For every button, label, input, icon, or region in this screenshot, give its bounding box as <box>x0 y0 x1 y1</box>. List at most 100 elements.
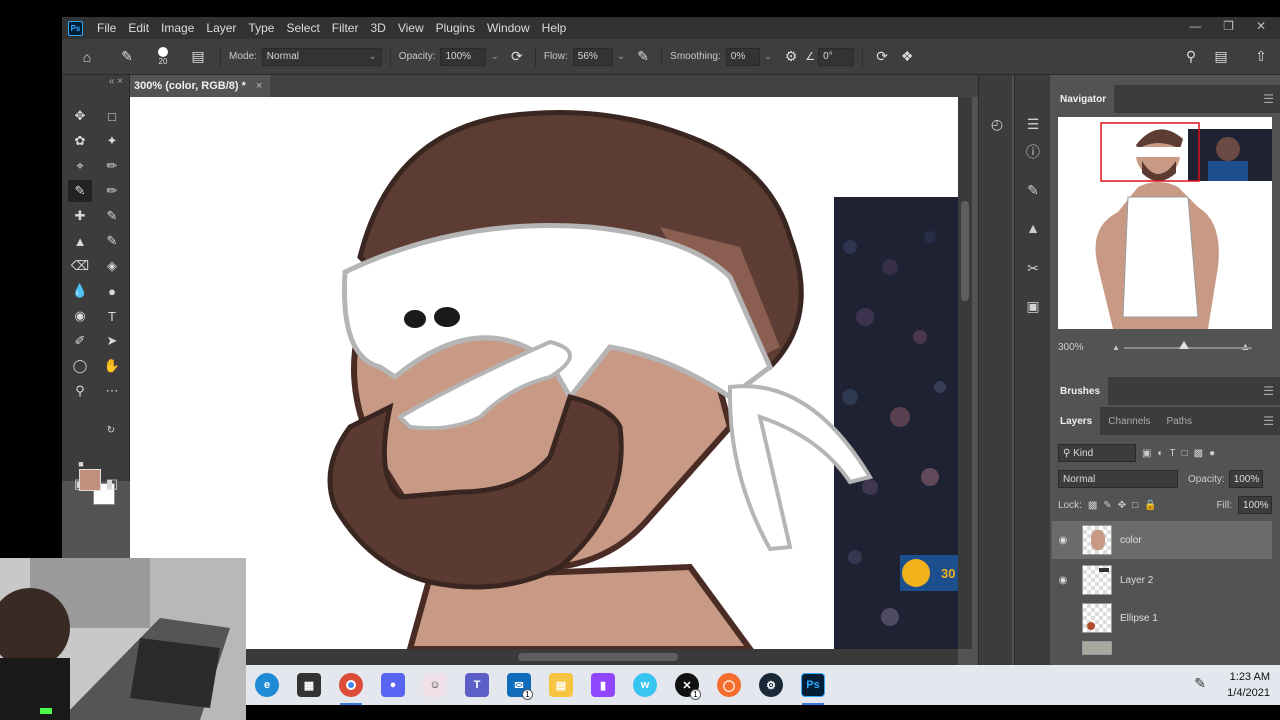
libraries-panel-icon[interactable]: ▣ <box>1022 295 1044 317</box>
canvas-horizontal-scrollbar[interactable] <box>130 649 958 665</box>
taskbar-mail[interactable]: ✉ 1 <box>498 665 540 705</box>
hand-tool-icon[interactable]: ✋ <box>100 355 124 377</box>
fill-input[interactable]: 100% <box>1238 496 1272 514</box>
pen-tray-icon[interactable]: ✎ <box>1194 675 1206 692</box>
clone-source-panel-icon[interactable]: ▲ <box>1022 217 1044 239</box>
tab-brushes[interactable]: Brushes <box>1052 377 1109 405</box>
brush-tool-preset-icon[interactable]: ✎ <box>112 48 142 65</box>
clone-stamp-tool-icon[interactable]: ▲ <box>68 230 92 252</box>
angle-input[interactable]: 0° <box>818 47 855 66</box>
menu-filter[interactable]: Filter <box>326 21 365 35</box>
menu-select[interactable]: Select <box>280 21 325 35</box>
taskbar-store[interactable]: ▦ <box>288 665 330 705</box>
brush-size-picker[interactable]: 20 <box>142 47 184 66</box>
workspace-icon[interactable]: ▤ <box>1210 48 1232 65</box>
scroll-thumb[interactable] <box>961 201 969 301</box>
menu-plugins[interactable]: Plugins <box>430 21 481 35</box>
tab-channels[interactable]: Channels <box>1100 407 1158 435</box>
path-selection-tool-icon[interactable]: ➤ <box>100 330 124 352</box>
pencil-tool-icon[interactable]: ✏ <box>100 180 124 202</box>
taskbar-discord[interactable]: ● <box>372 665 414 705</box>
crop-tool-icon[interactable]: ⌖ <box>68 155 92 177</box>
symmetry-icon[interactable]: ❖ <box>893 48 921 65</box>
tab-navigator[interactable]: Navigator <box>1052 85 1115 113</box>
sponge-tool-icon[interactable]: ◉ <box>68 305 92 327</box>
taskbar-teams[interactable]: T <box>456 665 498 705</box>
flow-input[interactable]: 56% <box>572 47 613 66</box>
eye-icon[interactable]: ◉ <box>1052 535 1074 546</box>
filter-adjustment-icon[interactable]: ◐ <box>1157 448 1163 459</box>
foreground-color-swatch[interactable] <box>79 469 101 491</box>
chevron-down-icon[interactable]: ⌄ <box>764 51 772 62</box>
more-tools-icon[interactable]: ⋯ <box>100 380 124 402</box>
layer-row-layer-2[interactable]: ◉ Layer 2 <box>1052 561 1272 599</box>
mixer-brush-tool-icon[interactable]: ✎ <box>100 205 124 227</box>
search-icon[interactable]: ⚲ <box>1180 48 1202 65</box>
taskbar-app[interactable]: ☺ <box>414 665 456 705</box>
share-icon[interactable]: ⇧ <box>1250 48 1272 65</box>
lock-artboard-icon[interactable]: □ <box>1132 500 1138 511</box>
menu-3d[interactable]: 3D <box>364 21 391 35</box>
taskbar-origin[interactable]: ◯ <box>708 665 750 705</box>
system-clock[interactable]: 1:23 AM 1/4/2021 <box>1227 669 1270 701</box>
brush-tool-icon[interactable]: ✎ <box>68 180 92 202</box>
taskbar-edge[interactable]: e <box>246 665 288 705</box>
taskbar-photoshop[interactable]: Ps <box>792 665 834 705</box>
blend-mode-select[interactable]: Normal <box>1058 470 1178 488</box>
minimize-icon[interactable]: — <box>1189 19 1201 33</box>
screen-mode-icon[interactable]: ◧ <box>100 473 124 495</box>
info-panel-icon[interactable]: ⓘ <box>1022 141 1044 163</box>
menu-file[interactable]: File <box>91 21 122 35</box>
filter-type-icon[interactable]: T <box>1170 448 1176 459</box>
menu-window[interactable]: Window <box>481 21 536 35</box>
collapse-toolbar-icon[interactable]: « × <box>62 75 129 97</box>
eyedropper-tool-icon[interactable]: ✏ <box>100 155 124 177</box>
restore-icon[interactable]: ❐ <box>1223 19 1234 33</box>
layer-row-partial[interactable] <box>1052 637 1272 659</box>
tab-layers[interactable]: Layers <box>1052 407 1101 435</box>
pressure-size-icon[interactable]: ⟳ <box>871 48 893 65</box>
menu-view[interactable]: View <box>392 21 430 35</box>
ellipse-tool-icon[interactable]: ◯ <box>68 355 92 377</box>
taskbar-xbox[interactable]: ✕ 1 <box>666 665 708 705</box>
zoom-out-icon[interactable]: ▲ <box>1112 343 1120 352</box>
taskbar-twitch[interactable]: ▮ <box>582 665 624 705</box>
zoom-tool-icon[interactable]: ⚲ <box>68 380 92 402</box>
panel-menu-icon[interactable]: ☰ <box>1263 414 1274 428</box>
home-icon[interactable]: ⌂ <box>62 49 112 65</box>
opacity-input[interactable]: 100% <box>440 47 487 66</box>
blur-tool-icon[interactable]: 💧 <box>68 280 92 302</box>
taskbar-chrome[interactable] <box>330 665 372 705</box>
panel-menu-icon[interactable]: ☰ <box>1263 92 1274 106</box>
panel-menu-icon[interactable]: ☰ <box>1263 384 1274 398</box>
lock-transparency-icon[interactable]: ▩ <box>1088 500 1097 511</box>
navigator-zoom-handle[interactable] <box>1179 341 1189 349</box>
navigator-preview[interactable] <box>1058 117 1272 329</box>
layer-row-color[interactable]: ◉ color <box>1052 521 1272 559</box>
close-icon[interactable]: ✕ <box>1256 19 1266 33</box>
lock-position-icon[interactable]: ✥ <box>1118 500 1126 511</box>
type-tool-icon[interactable]: T <box>100 305 124 327</box>
mode-select[interactable]: Normal ⌄ <box>261 47 382 66</box>
brush-settings-panel-icon[interactable]: ✎ <box>1022 179 1044 201</box>
document-tab[interactable]: 300% (color, RGB/8) * × <box>130 75 271 97</box>
history-brush-tool-icon[interactable]: ✎ <box>100 230 124 252</box>
taskbar-word[interactable]: w <box>624 665 666 705</box>
dodge-tool-icon[interactable]: ● <box>100 280 124 302</box>
lock-all-icon[interactable]: 🔒 <box>1144 500 1156 511</box>
tool-presets-panel-icon[interactable]: ✂ <box>1022 257 1044 279</box>
pen-tool-icon[interactable]: ✐ <box>68 330 92 352</box>
eye-icon[interactable]: ◉ <box>1052 575 1074 586</box>
layer-opacity-input[interactable]: 100% <box>1228 470 1263 488</box>
filter-pixel-icon[interactable]: ▣ <box>1142 448 1151 459</box>
marquee-tool-icon[interactable]: □ <box>100 105 124 127</box>
tab-paths[interactable]: Paths <box>1159 407 1201 435</box>
lock-pixels-icon[interactable]: ✎ <box>1103 500 1111 511</box>
lasso-tool-icon[interactable]: ✿ <box>68 130 92 152</box>
brush-settings-icon[interactable]: ▤ <box>184 48 212 65</box>
chevron-down-icon[interactable]: ⌄ <box>490 51 498 62</box>
menu-edit[interactable]: Edit <box>122 21 155 35</box>
menu-help[interactable]: Help <box>536 21 573 35</box>
menu-image[interactable]: Image <box>155 21 200 35</box>
layer-row-ellipse-1[interactable]: □ Ellipse 1 <box>1052 599 1272 637</box>
